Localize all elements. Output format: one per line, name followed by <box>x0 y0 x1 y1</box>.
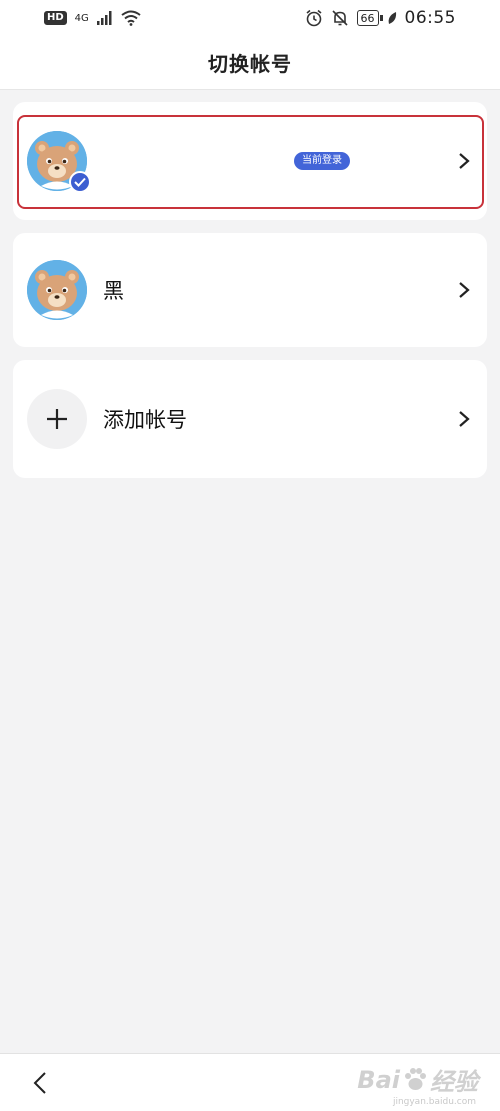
check-icon <box>69 171 91 193</box>
account-card-second[interactable]: 黑 <box>13 233 487 347</box>
account-row-second[interactable]: 黑 <box>27 233 473 347</box>
add-account-row[interactable]: 添加帐号 <box>27 360 473 478</box>
watermark-brand-left: Bai <box>357 1065 400 1094</box>
page-title: 切换帐号 <box>208 52 292 76</box>
watermark-url: jingyan.baidu.com <box>392 1097 476 1107</box>
clock: 06:55 <box>404 8 456 28</box>
account-name: 黑 <box>103 279 124 303</box>
watermark-logo: Bai 经验 <box>357 1062 478 1097</box>
watermark-brand-right: 经验 <box>430 1068 478 1096</box>
plus-icon <box>27 389 87 449</box>
account-card-current[interactable]: 当前登录 <box>13 102 487 220</box>
mute-icon <box>331 10 348 26</box>
add-account-label: 添加帐号 <box>103 408 187 432</box>
back-icon <box>33 1072 46 1094</box>
status-bar: HD 4G 66 06:55 <box>0 0 500 36</box>
alarm-icon <box>305 9 322 27</box>
bear-avatar-icon <box>27 260 87 320</box>
chevron-right-icon <box>455 151 473 171</box>
paw-icon <box>405 1067 426 1090</box>
avatar <box>27 131 91 193</box>
status-right: 66 06:55 <box>305 8 457 28</box>
battery-icon: 66 <box>356 10 383 26</box>
leaf-icon <box>388 12 396 24</box>
back-button[interactable] <box>26 1068 54 1098</box>
hd-icon: HD <box>44 11 67 25</box>
current-login-badge: 当前登录 <box>294 152 350 170</box>
avatar <box>27 260 87 320</box>
add-account-card[interactable]: 添加帐号 <box>13 360 487 478</box>
wifi-icon <box>121 10 141 26</box>
battery-level: 66 <box>360 11 375 25</box>
bottom-nav-bar: Bai 经验 jingyan.baidu.com <box>0 1053 500 1111</box>
chevron-right-icon <box>455 409 473 429</box>
header: 切换帐号 <box>0 36 500 90</box>
network-type: 4G <box>74 12 89 24</box>
chevron-right-icon <box>455 280 473 300</box>
status-left: HD 4G <box>44 10 141 26</box>
signal-icon <box>96 11 112 25</box>
account-row-current[interactable]: 当前登录 <box>27 102 473 220</box>
